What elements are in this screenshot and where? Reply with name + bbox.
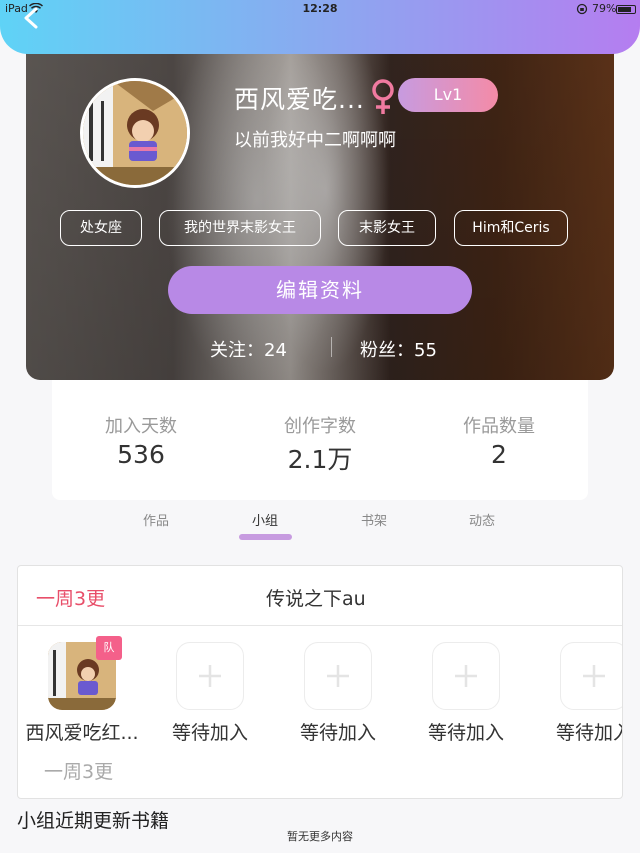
level-badge: Lv1: [398, 78, 498, 112]
empty-slot: [176, 642, 244, 710]
stat-word-count: 创作字数 2.1万: [231, 412, 409, 476]
tag-him-ceris[interactable]: Him和Ceris: [454, 210, 568, 246]
avatar-image: [83, 81, 187, 185]
member-slot-empty[interactable]: 等待加入: [146, 642, 274, 745]
group-card[interactable]: 一周3更 传说之下au 队 西风爱吃红... 等待加入 等待加入 等待加入 等待…: [17, 565, 623, 799]
member-name: 西风爱吃红...: [25, 722, 139, 744]
tab-bar: 作品 小组 书架 动态: [0, 500, 640, 544]
empty-slot: [432, 642, 500, 710]
profile-card: 西风爱吃... Lv1 以前我好中二啊啊啊 处女座 我的世界末影女王 末影女王 …: [26, 40, 614, 380]
tag-zodiac[interactable]: 处女座: [60, 210, 142, 246]
member-update-frequency: 一周3更: [44, 761, 114, 783]
status-bar: iPad 12:28 79%: [0, 0, 640, 18]
battery-percent: 79%: [592, 2, 617, 15]
member-name: 等待加入: [427, 722, 504, 744]
stat-value: 2: [491, 440, 507, 469]
no-more-content: 暂无更多内容: [287, 830, 353, 843]
orientation-lock-icon: [576, 3, 588, 18]
female-icon: [368, 78, 398, 116]
team-leader-badge: 队: [96, 636, 122, 660]
plus-icon: [455, 665, 477, 687]
edit-profile-button[interactable]: 编辑资料: [168, 266, 472, 314]
stat-value: 2.1万: [287, 445, 353, 474]
stat-works-count: 作品数量 2: [410, 412, 588, 469]
stat-label: 作品数量: [463, 416, 535, 437]
stat-join-days: 加入天数 536: [52, 412, 230, 469]
member-slot-empty[interactable]: 等待加入: [274, 642, 402, 745]
battery-icon: [616, 5, 636, 14]
avatar[interactable]: [80, 78, 190, 188]
stat-label: 创作字数: [284, 416, 356, 437]
divider: [18, 625, 622, 626]
tab-works[interactable]: 作品: [116, 510, 196, 529]
member-slot-empty[interactable]: 等待加入: [402, 642, 530, 745]
followers-count[interactable]: 粉丝：55: [360, 336, 437, 362]
member-name: 等待加入: [299, 722, 376, 744]
empty-slot: [560, 642, 622, 710]
tab-bookshelf[interactable]: 书架: [334, 510, 414, 529]
tag-ender-queen[interactable]: 末影女王: [338, 210, 436, 246]
plus-icon: [199, 665, 221, 687]
tag-minecraft-ender-queen[interactable]: 我的世界末影女王: [159, 210, 321, 246]
member-leader[interactable]: 队 西风爱吃红...: [18, 636, 146, 745]
group-title: 传说之下au: [266, 588, 366, 610]
clock: 12:28: [302, 2, 338, 15]
member-name: 等待加入: [555, 722, 622, 744]
chevron-left-icon: [24, 7, 38, 29]
plus-icon: [327, 665, 349, 687]
empty-slot: [304, 642, 372, 710]
plus-icon: [583, 665, 605, 687]
stat-value: 536: [117, 440, 165, 469]
tab-groups[interactable]: 小组: [225, 510, 305, 529]
bio-text: 以前我好中二啊啊啊: [234, 130, 396, 151]
active-tab-indicator: [239, 534, 292, 540]
stat-label: 加入天数: [105, 416, 177, 437]
member-slot-empty[interactable]: 等待加入: [530, 642, 622, 745]
stats-card: 加入天数 536 创作字数 2.1万 作品数量 2: [52, 380, 588, 500]
following-count[interactable]: 关注：24: [210, 336, 287, 362]
tab-activity[interactable]: 动态: [442, 510, 522, 529]
member-name: 等待加入: [171, 722, 248, 744]
back-button[interactable]: [20, 6, 44, 30]
username: 西风爱吃...: [234, 85, 365, 114]
group-update-frequency: 一周3更: [36, 588, 106, 610]
stat-divider: [331, 337, 332, 357]
